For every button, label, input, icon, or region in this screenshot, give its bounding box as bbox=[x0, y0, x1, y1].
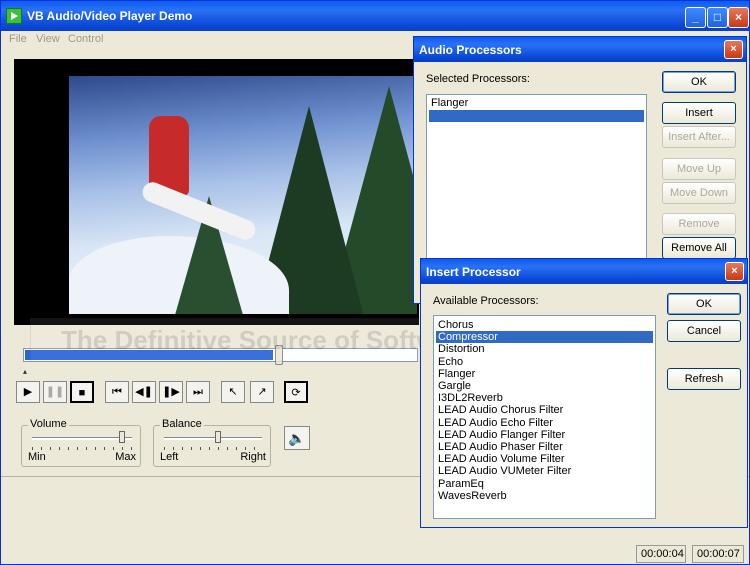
menu-view[interactable]: View bbox=[36, 33, 60, 45]
move-down-button[interactable]: Move Down bbox=[662, 182, 736, 204]
list-item[interactable]: Flanger bbox=[436, 368, 653, 380]
insert-after-button[interactable]: Insert After... bbox=[662, 126, 736, 148]
list-item[interactable]: Compressor bbox=[436, 331, 653, 344]
list-item[interactable]: Gargle bbox=[436, 380, 653, 392]
insert-processor-title: Insert Processor bbox=[426, 265, 521, 279]
title-bar: VB Audio/Video Player Demo _ □ × bbox=[1, 1, 749, 31]
close-button[interactable]: × bbox=[728, 7, 749, 28]
list-item[interactable] bbox=[429, 110, 644, 122]
list-item[interactable]: Flanger bbox=[429, 97, 644, 109]
balance-group: Balance Left Right bbox=[153, 418, 271, 467]
mark-out-button[interactable]: ↗ bbox=[250, 381, 274, 403]
maximize-button[interactable]: □ bbox=[707, 7, 728, 28]
remove-all-button[interactable]: Remove All bbox=[662, 237, 736, 259]
list-item[interactable]: Chorus bbox=[436, 319, 653, 331]
insert-processor-close-button[interactable]: × bbox=[725, 262, 744, 281]
insert-processor-dialog: Insert Processor × Available Processors:… bbox=[420, 258, 748, 528]
available-processors-label: Available Processors: bbox=[433, 295, 539, 307]
play-button[interactable]: ▶ bbox=[16, 381, 40, 403]
refresh-button[interactable]: Refresh bbox=[667, 368, 741, 390]
list-item[interactable]: ParamEq bbox=[436, 478, 653, 490]
volume-label: Volume bbox=[28, 418, 69, 430]
available-processors-list[interactable]: Chorus Compressor Distortion Echo Flanger Gar… bbox=[433, 315, 656, 519]
step-forward-button[interactable]: ❚▶ bbox=[159, 381, 183, 403]
pause-button[interactable]: ❚❚ bbox=[43, 381, 67, 403]
list-item[interactable]: Echo bbox=[436, 356, 653, 368]
list-item[interactable]: LEAD Audio VUMeter Filter bbox=[436, 465, 653, 477]
status-position: 00:00:04 bbox=[636, 545, 686, 563]
ok-button[interactable]: OK bbox=[662, 71, 736, 93]
cancel-button[interactable]: Cancel bbox=[667, 320, 741, 342]
list-item[interactable]: WavesReverb bbox=[436, 490, 653, 502]
status-duration: 00:00:07 bbox=[692, 545, 744, 563]
insert-before-button[interactable]: Insert Before... bbox=[662, 102, 736, 139]
minimize-button[interactable]: _ bbox=[685, 7, 706, 28]
audio-processors-close-button[interactable]: × bbox=[724, 40, 743, 59]
skip-end-button[interactable]: ⏭ bbox=[186, 381, 210, 403]
balance-label: Balance bbox=[160, 418, 204, 430]
step-back-button[interactable]: ◀❚ bbox=[132, 381, 156, 403]
mark-in-button[interactable]: ↖ bbox=[221, 381, 245, 403]
list-item[interactable]: LEAD Audio Phaser Filter bbox=[436, 441, 653, 453]
speaker-icon[interactable]: 🔈 bbox=[284, 426, 310, 450]
balance-slider-thumb[interactable] bbox=[214, 431, 221, 443]
menu-control[interactable]: Control bbox=[68, 33, 103, 45]
app-icon bbox=[6, 8, 22, 24]
stop-button[interactable]: ■ bbox=[70, 381, 94, 403]
audio-processors-title: Audio Processors bbox=[419, 43, 522, 57]
list-item[interactable]: LEAD Audio Volume Filter bbox=[436, 453, 653, 465]
skip-start-button[interactable]: ⏮ bbox=[105, 381, 129, 403]
remove-button[interactable]: Remove bbox=[662, 213, 736, 235]
window-title: VB Audio/Video Player Demo bbox=[27, 9, 193, 23]
list-item[interactable]: LEAD Audio Chorus Filter bbox=[436, 404, 653, 416]
list-item[interactable]: LEAD Audio Echo Filter bbox=[436, 417, 653, 429]
list-item[interactable]: LEAD Audio Flanger Filter bbox=[436, 429, 653, 441]
selected-processors-label: Selected Processors: bbox=[426, 73, 530, 85]
video-frame bbox=[69, 76, 417, 314]
menu-file[interactable]: File bbox=[9, 33, 27, 45]
volume-slider-thumb[interactable] bbox=[119, 431, 125, 443]
volume-group: Volume Min Max bbox=[21, 418, 141, 467]
ok-button[interactable]: OK bbox=[667, 293, 741, 315]
list-item[interactable]: Distortion bbox=[436, 343, 653, 355]
list-item[interactable]: I3DL2Reverb bbox=[436, 392, 653, 404]
video-display bbox=[14, 59, 419, 325]
loop-button[interactable]: ⟳ bbox=[284, 381, 308, 403]
move-up-button[interactable]: Move Up bbox=[662, 158, 736, 180]
